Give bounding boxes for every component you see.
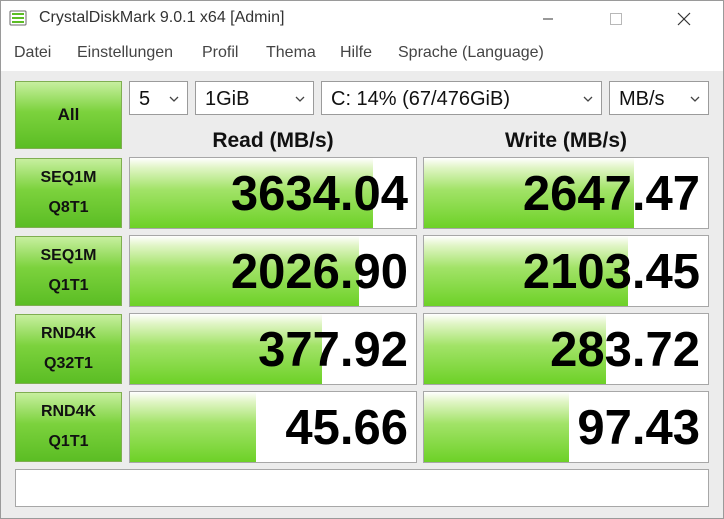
- minimize-button[interactable]: [525, 1, 571, 37]
- test-size-value: 1GiB: [205, 88, 250, 110]
- chevron-down-icon: [583, 96, 593, 102]
- read-result-cell: 3634.04: [129, 157, 417, 229]
- read-result-value: 45.66: [285, 401, 408, 455]
- write-result-value: 2647.47: [522, 167, 700, 221]
- menu-help[interactable]: Hilfe: [340, 44, 372, 62]
- read-result-cell: 45.66: [129, 391, 417, 463]
- read-result-value: 2026.90: [230, 245, 408, 299]
- test-name-line1: SEQ1M: [40, 169, 97, 186]
- run-all-button[interactable]: All: [15, 81, 122, 149]
- write-result-cell: 2103.45: [423, 235, 709, 307]
- test-name-line2: Q1T1: [48, 433, 89, 450]
- crystaldiskmark-app-icon: [9, 10, 27, 26]
- test-name-line1: RND4K: [40, 403, 97, 420]
- write-result-value: 2103.45: [522, 245, 700, 299]
- chevron-down-icon: [169, 96, 179, 102]
- read-result-value: 3634.04: [230, 167, 408, 221]
- close-icon: [677, 12, 691, 26]
- minimize-icon: [543, 18, 553, 20]
- maximize-button[interactable]: [593, 1, 639, 37]
- test-name-line1: RND4K: [40, 325, 97, 342]
- test-rnd4k-q32t1-button[interactable]: RND4K Q32T1: [15, 314, 122, 384]
- crystaldiskmark-window: CrystalDiskMark 9.0.1 x64 [Admin] Datei …: [0, 0, 724, 519]
- write-result-cell: 283.72: [423, 313, 709, 385]
- drive-value: C: 14% (67/476GiB): [331, 88, 510, 110]
- test-count-select[interactable]: 5: [129, 81, 188, 115]
- write-result-cell: 97.43: [423, 391, 709, 463]
- test-count-value: 5: [139, 88, 151, 110]
- read-result-bar: [130, 392, 256, 462]
- write-result-value: 97.43: [577, 401, 700, 455]
- write-result-value: 283.72: [550, 323, 700, 377]
- menu-theme[interactable]: Thema: [266, 44, 316, 62]
- test-seq1m-q8t1-button[interactable]: SEQ1M Q8T1: [15, 158, 122, 228]
- test-rnd4k-q1t1-button[interactable]: RND4K Q1T1: [15, 392, 122, 462]
- read-result-cell: 2026.90: [129, 235, 417, 307]
- comment-field[interactable]: [15, 469, 709, 507]
- menu-bar: Datei Einstellungen Profil Thema Hilfe S…: [1, 39, 723, 69]
- chevron-down-icon: [295, 96, 305, 102]
- test-size-select[interactable]: 1GiB: [195, 81, 314, 115]
- test-name-line1: SEQ1M: [40, 247, 97, 264]
- title-bar[interactable]: CrystalDiskMark 9.0.1 x64 [Admin]: [1, 1, 723, 37]
- unit-value: MB/s: [619, 88, 665, 110]
- unit-select[interactable]: MB/s: [609, 81, 709, 115]
- menu-settings[interactable]: Einstellungen: [77, 44, 173, 62]
- test-seq1m-q1t1-button[interactable]: SEQ1M Q1T1: [15, 236, 122, 306]
- menu-file[interactable]: Datei: [14, 44, 51, 62]
- test-name-line2: Q32T1: [44, 355, 93, 372]
- read-result-cell: 377.92: [129, 313, 417, 385]
- chevron-down-icon: [690, 96, 700, 102]
- test-name-line2: Q8T1: [48, 199, 89, 216]
- write-result-bar: [424, 392, 569, 462]
- read-result-value: 377.92: [258, 323, 408, 377]
- menu-language[interactable]: Sprache (Language): [398, 44, 544, 62]
- window-title: CrystalDiskMark 9.0.1 x64 [Admin]: [39, 9, 285, 26]
- write-result-cell: 2647.47: [423, 157, 709, 229]
- write-column-header: Write (MB/s): [504, 129, 628, 152]
- menu-profile[interactable]: Profil: [202, 44, 238, 62]
- test-name-line2: Q1T1: [48, 277, 89, 294]
- maximize-icon: [610, 13, 622, 25]
- read-column-header: Read (MB/s): [212, 129, 334, 152]
- drive-select[interactable]: C: 14% (67/476GiB): [321, 81, 602, 115]
- close-button[interactable]: [661, 1, 707, 37]
